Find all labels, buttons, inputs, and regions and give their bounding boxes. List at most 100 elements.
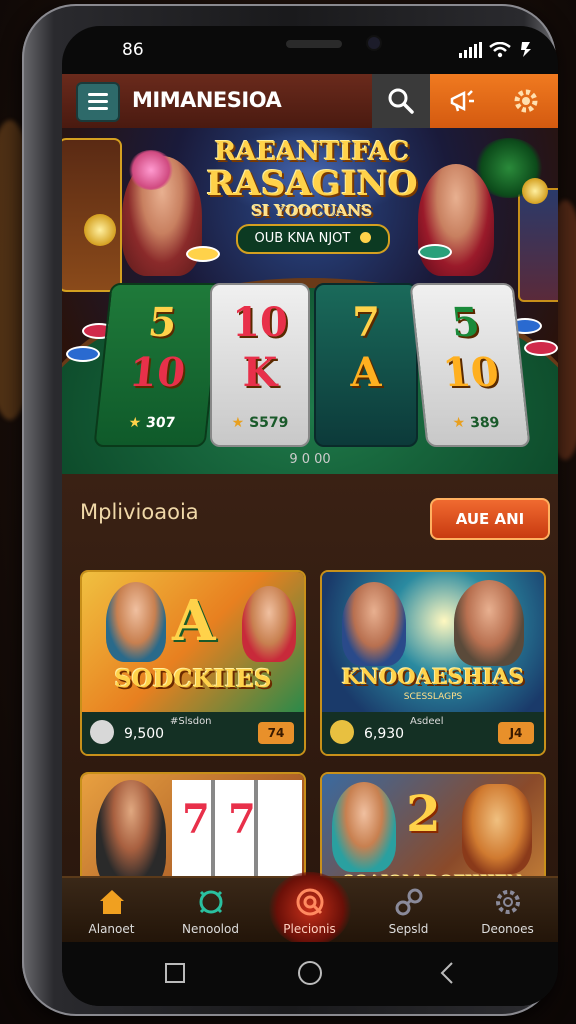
bottom-nav: Alanoet Nenoolod Plecionis Sepsld Deonoe… [62, 872, 558, 946]
home-icon [100, 890, 124, 914]
banner-title: RAEANTIFAC RASAGINO SI YOOCUANS [182, 138, 442, 220]
reel-symbol-top: 10 [232, 299, 288, 346]
card-symbol: 2 [406, 784, 441, 843]
search-icon [388, 88, 414, 114]
card-badge: J4 [498, 722, 534, 744]
card-label: Asdeel [410, 716, 444, 727]
search-button[interactable] [372, 74, 430, 128]
nav-item-link[interactable]: Sepsld [359, 878, 458, 944]
reel-symbol-bottom: A [350, 349, 382, 396]
nav-item-target[interactable]: Plecionis [260, 878, 359, 944]
coin-decoration [84, 214, 116, 246]
reel-value-text: 389 [469, 415, 501, 431]
phone-screen: 86 MIMANESIOA RAEANTIFAC RASAGINO SI YOO… [62, 26, 558, 1006]
star-icon: ★ [451, 415, 472, 431]
chip-decoration [418, 244, 452, 260]
settings-icon [496, 890, 520, 914]
coin-icon [360, 232, 372, 243]
game-subtitle: SCESSLAGPS [403, 692, 463, 702]
player-icon [90, 720, 114, 744]
card-symbol: 7 [182, 796, 210, 843]
game-title: KNOOAESHIAS [341, 664, 525, 689]
nav-label-target: Plecionis [283, 922, 336, 936]
chip-decoration [524, 340, 558, 356]
nav-item-refresh[interactable]: Nenoolod [161, 878, 260, 944]
character-art [106, 582, 166, 662]
flower-decoration [128, 150, 174, 190]
reel-symbol-top: 7 [352, 299, 380, 346]
home-button-icon[interactable] [297, 960, 323, 986]
front-camera [368, 37, 380, 49]
slot-machine-decoration [518, 188, 558, 302]
status-time: 86 [122, 40, 144, 60]
reel-value: ★ 307 [97, 415, 207, 431]
gear-icon [514, 89, 538, 113]
chip-decoration [186, 246, 220, 262]
reel-value: ★ 389 [425, 415, 527, 431]
game-card[interactable]: A SODCKIIES 9,500 #Slsdon 74 [80, 570, 306, 756]
reel-symbol-top: 5 [146, 299, 179, 346]
nav-label-settings: Deonoes [481, 922, 534, 936]
card-amount: 6,930 [364, 726, 405, 742]
signal-icon [459, 42, 482, 58]
speaker-notch [286, 40, 342, 48]
card-symbol: A [172, 588, 216, 654]
target-icon [296, 888, 324, 916]
banner-subtitle: SI YOOCUANS [251, 202, 373, 220]
link-icon [395, 888, 423, 916]
slot-reel: 10 K ★ S579 [210, 283, 310, 447]
fox-art [462, 784, 532, 874]
system-nav-bar [62, 942, 558, 1006]
nav-label-home: Alanoet [88, 922, 135, 936]
slot-reel: 5 10 ★ 389 [409, 283, 531, 447]
app-title: MIMANESIOA [132, 88, 282, 112]
view-all-button[interactable]: AUE ANI [430, 498, 550, 540]
card-footer: 9,500 #Slsdon 74 [82, 712, 304, 754]
banner-title-line2: RASAGINO [206, 164, 418, 204]
chip-decoration [66, 346, 100, 362]
reel-symbol-top: 5 [449, 299, 482, 346]
games-section: Mplivioaoia AUE ANI A SODCKIIES 9,500 #S… [62, 474, 558, 916]
coin-decoration [522, 178, 548, 204]
game-title: SODCKIIES [114, 664, 272, 693]
menu-button[interactable] [76, 82, 120, 122]
card-symbol: 7 [228, 796, 256, 843]
app-top-bar: MIMANESIOA [62, 74, 558, 130]
notification-icon [450, 90, 474, 112]
star-icon: ★ [127, 415, 147, 431]
back-icon[interactable] [438, 961, 458, 985]
nav-item-home[interactable]: Alanoet [62, 878, 161, 944]
game-card[interactable]: KNOOAESHIAS SCESSLAGPS 6,930 Asdeel J4 [320, 570, 546, 756]
banner-title-line1: RAEANTIFAC [214, 137, 410, 167]
banner-cta-label: OUB KNA NJOT [254, 231, 351, 246]
nav-label-refresh: Nenoolod [182, 922, 239, 936]
character-art [332, 782, 396, 872]
nav-label-link: Sepsld [388, 922, 429, 936]
reel-symbol-bottom: K [242, 349, 278, 396]
reel-symbol-bottom: 10 [126, 349, 188, 396]
refresh-icon [199, 890, 223, 914]
status-icons [459, 40, 534, 58]
banner-cta[interactable]: OUB KNA NJOT [236, 224, 390, 254]
character-art [454, 580, 524, 666]
battery-icon [521, 42, 531, 57]
notification-button[interactable] [430, 74, 494, 128]
player-icon [330, 720, 354, 744]
card-footer: 6,930 Asdeel J4 [322, 712, 544, 754]
character-art [96, 780, 166, 890]
banner-pager[interactable]: 9 0 00 [62, 452, 558, 467]
recents-icon[interactable] [164, 962, 186, 984]
settings-button[interactable] [494, 74, 558, 128]
section-title: Mplivioaoia [80, 500, 199, 524]
reel-value: ★ S579 [212, 415, 308, 431]
promo-banner[interactable]: RAEANTIFAC RASAGINO SI YOOCUANS OUB KNA … [62, 128, 558, 474]
status-bar: 86 [62, 26, 558, 74]
star-icon: ★ [231, 415, 250, 431]
reel-value-text: S579 [249, 415, 289, 431]
character-art [342, 582, 406, 666]
wifi-icon [489, 42, 511, 58]
nav-item-settings[interactable]: Deonoes [458, 878, 557, 944]
slot-reel: 5 10 ★ 307 [93, 283, 223, 447]
phone-frame: 86 MIMANESIOA RAEANTIFAC RASAGINO SI YOO… [22, 4, 558, 1016]
card-badge: 74 [258, 722, 294, 744]
